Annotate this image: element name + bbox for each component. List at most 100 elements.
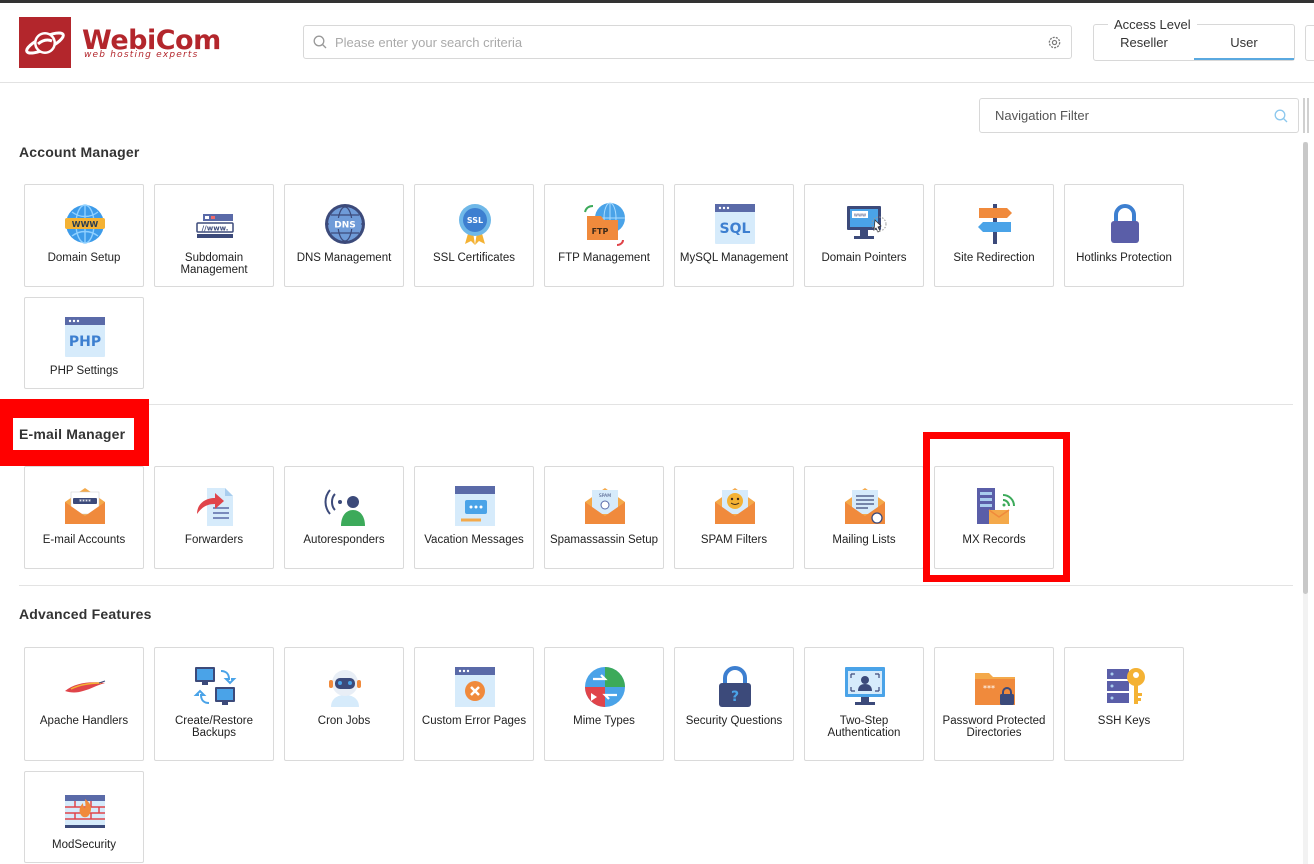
tile-label: Forwarders [184, 534, 244, 546]
section-title-account-manager: Account Manager [19, 144, 140, 160]
tile-spam-filters[interactable]: SPAM Filters [674, 466, 794, 569]
tile-label: Domain Pointers [821, 252, 907, 264]
tile-label: Site Redirection [953, 252, 1035, 264]
tile-email-accounts[interactable]: **** E-mail Accounts [24, 466, 144, 569]
tile-label: Security Questions [685, 715, 783, 727]
svg-text:SSL: SSL [467, 216, 483, 225]
panel-resize-handle[interactable] [1307, 98, 1309, 133]
tile-vacation-messages[interactable]: Vacation Messages [414, 466, 534, 569]
tile-domain-setup[interactable]: WWW Domain Setup [24, 184, 144, 287]
cron-robot-icon [323, 665, 367, 709]
svg-text:?: ? [731, 689, 739, 705]
tile-label: Subdomain Management [180, 252, 248, 276]
section-divider [19, 404, 1293, 405]
envelope-password-icon: **** [63, 484, 107, 528]
svg-text:www: www [854, 213, 866, 219]
svg-text:SPAM: SPAM [599, 493, 611, 499]
tile-label: E-mail Accounts [42, 534, 126, 546]
forward-document-icon [193, 484, 237, 528]
ftp-icon: FTP [583, 202, 627, 246]
search-icon [1274, 109, 1288, 128]
tile-label: Mailing Lists [832, 534, 896, 546]
tile-label: MySQL Management [679, 252, 789, 264]
tile-mysql-management[interactable]: SQL MySQL Management [674, 184, 794, 287]
domain-pointer-icon: www [843, 202, 887, 246]
tile-mime-types[interactable]: Mime Types [544, 647, 664, 761]
tile-apache-handlers[interactable]: Apache Handlers [24, 647, 144, 761]
spam-envelope-icon: SPAM [583, 484, 627, 528]
tile-php-settings[interactable]: PHP PHP Settings [24, 297, 144, 389]
svg-text:SQL: SQL [720, 221, 751, 237]
firewall-icon [63, 789, 107, 833]
apache-feather-icon [63, 665, 107, 709]
tile-dns-management[interactable]: DNS DNS Management [284, 184, 404, 287]
dns-globe-icon: DNS [323, 202, 367, 246]
tile-hotlinks-protection[interactable]: Hotlinks Protection [1064, 184, 1184, 287]
tile-label: Mime Types [573, 715, 635, 727]
navigation-filter [979, 98, 1299, 133]
tile-modsecurity[interactable]: ModSecurity [24, 771, 144, 863]
tile-mailing-lists[interactable]: Mailing Lists [804, 466, 924, 569]
ssh-key-server-icon [1103, 665, 1147, 709]
protected-folder-icon: *** [973, 665, 1017, 709]
tile-label: Custom Error Pages [421, 715, 527, 727]
section-title-advanced-features: Advanced Features [19, 606, 152, 622]
tile-custom-error-pages[interactable]: Custom Error Pages [414, 647, 534, 761]
access-level-label: Access Level [1108, 17, 1197, 32]
padlock-icon [1103, 202, 1147, 246]
search-icon [313, 35, 327, 54]
tile-label: DNS Management [296, 252, 392, 264]
backup-monitors-icon [193, 665, 237, 709]
mailing-list-icon [843, 484, 887, 528]
scrollbar-thumb[interactable] [1303, 142, 1308, 594]
gear-icon[interactable] [1047, 35, 1062, 55]
header-bar: WebiCom web hosting experts Reseller Use… [0, 3, 1314, 83]
security-lock-question-icon: ? [713, 665, 757, 709]
tile-label: SSL Certificates [432, 252, 516, 264]
tile-site-redirection[interactable]: Site Redirection [934, 184, 1054, 287]
tile-label: SPAM Filters [700, 534, 768, 546]
svg-text://www.: //www. [202, 225, 229, 233]
spam-filter-envelope-icon [713, 484, 757, 528]
auto-reply-person-icon [323, 484, 367, 528]
vacation-message-icon [453, 484, 497, 528]
tile-label: Two-Step Authentication [827, 715, 901, 739]
tile-label: Spamassassin Setup [549, 534, 659, 546]
access-level-user[interactable]: User [1194, 25, 1294, 60]
tile-label: ModSecurity [52, 839, 116, 851]
tile-label: FTP Management [558, 252, 650, 264]
tile-two-step-authentication[interactable]: Two-Step Authentication [804, 647, 924, 761]
mime-types-icon [583, 665, 627, 709]
panel-resize-handle[interactable] [1303, 98, 1305, 133]
tile-domain-pointers[interactable]: www Domain Pointers [804, 184, 924, 287]
tile-create-restore-backups[interactable]: Create/Restore Backups [154, 647, 274, 761]
tile-label: PHP Settings [49, 365, 119, 377]
search-input[interactable] [335, 27, 1035, 57]
tile-label: SSH Keys [1097, 715, 1151, 727]
section-divider [19, 585, 1293, 586]
signpost-icon [973, 202, 1017, 246]
brand-logo-icon[interactable] [19, 17, 71, 68]
error-page-icon [453, 665, 497, 709]
tile-subdomain-management[interactable]: //www. Subdomain Management [154, 184, 274, 287]
tile-spamassassin-setup[interactable]: SPAM Spamassassin Setup [544, 466, 664, 569]
two-step-auth-icon [843, 665, 887, 709]
header-extra-button[interactable] [1305, 25, 1314, 61]
tile-label: Hotlinks Protection [1076, 252, 1172, 264]
tile-label: Domain Setup [47, 252, 121, 264]
global-search [303, 25, 1072, 59]
navigation-filter-input[interactable] [995, 101, 1265, 130]
svg-text:***: *** [983, 684, 995, 693]
svg-text:WWW: WWW [72, 220, 99, 229]
tile-ssl-certificates[interactable]: SSL SSL Certificates [414, 184, 534, 287]
tile-forwarders[interactable]: Forwarders [154, 466, 274, 569]
tile-password-protected-directories[interactable]: *** Password Protected Directories [934, 647, 1054, 761]
tile-ftp-management[interactable]: FTP FTP Management [544, 184, 664, 287]
tile-security-questions[interactable]: ? Security Questions [674, 647, 794, 761]
php-icon: PHP [63, 315, 107, 359]
tile-cron-jobs[interactable]: Cron Jobs [284, 647, 404, 761]
tile-autoresponders[interactable]: Autoresponders [284, 466, 404, 569]
svg-text:PHP: PHP [69, 334, 101, 350]
tile-label: Vacation Messages [424, 534, 524, 546]
tile-ssh-keys[interactable]: SSH Keys [1064, 647, 1184, 761]
